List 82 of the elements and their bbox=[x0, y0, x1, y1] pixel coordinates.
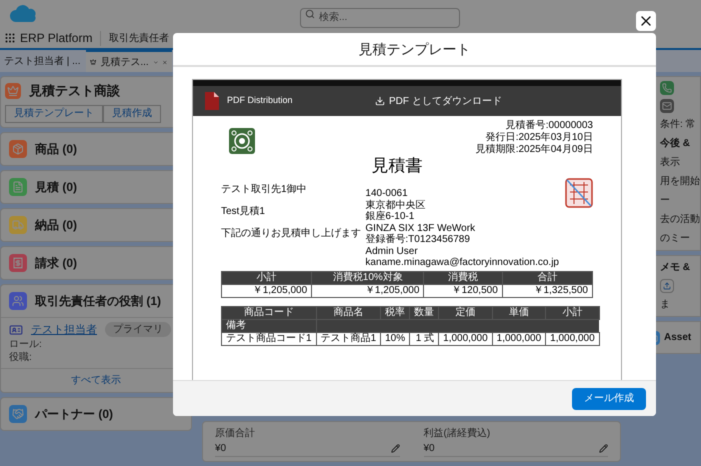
issuer-line: 140-0061 bbox=[365, 188, 409, 200]
pdf-file-icon bbox=[205, 92, 219, 110]
quote-meta: 発行日:2025年03月10日 bbox=[486, 132, 593, 144]
download-button[interactable]: PDF としてダウンロード bbox=[375, 94, 502, 108]
edit-icon[interactable] bbox=[599, 444, 608, 453]
cloud-logo-icon bbox=[8, 4, 38, 24]
download-icon bbox=[375, 96, 385, 106]
table-header-cell: 備考 bbox=[222, 319, 316, 332]
table-cell: ￥120,500 bbox=[424, 284, 502, 297]
issuer-line: 銀座6-10-1 bbox=[365, 211, 416, 222]
seal-stamp-icon bbox=[565, 178, 593, 208]
compose-email-button[interactable]: メール作成 bbox=[572, 388, 646, 410]
close-icon[interactable] bbox=[162, 58, 168, 66]
edit-icon[interactable] bbox=[390, 444, 400, 453]
table-cell: 1 式 bbox=[410, 332, 439, 345]
company-logo-icon bbox=[229, 128, 255, 154]
table-cell: 1,000,000 bbox=[492, 332, 546, 345]
close-button[interactable] bbox=[636, 11, 656, 31]
issuer-line: 東京都中央区 bbox=[365, 200, 426, 210]
issuer-line: GINZA SIX 13F WeWork bbox=[365, 222, 476, 234]
table-header-cell: 単価 bbox=[492, 306, 546, 319]
field-label: 役職: bbox=[8, 351, 33, 364]
filter-text: 条件: 常 bbox=[660, 118, 697, 132]
section-title: 今後 & bbox=[660, 136, 691, 151]
issuer-line: kaname.minagawa@factoryinnovation.co.jp bbox=[365, 257, 559, 268]
table-cell: ￥1,205,000 bbox=[222, 284, 312, 297]
email-icon[interactable] bbox=[660, 99, 674, 113]
table-header-cell: 数量 bbox=[410, 306, 439, 319]
table-cell: テスト商品コード1 bbox=[222, 332, 316, 345]
activity-text: 用を開始 bbox=[660, 175, 700, 189]
quote-meta: 見積期限:2025年04月09日 bbox=[476, 144, 593, 156]
document-title: 見積書 bbox=[370, 156, 424, 176]
search-icon bbox=[305, 9, 315, 19]
activity-text: 去の活動 bbox=[660, 212, 700, 227]
modal-title: 見積テンプレート bbox=[358, 40, 470, 58]
contact-link[interactable]: テスト担当者 bbox=[31, 322, 97, 338]
table-cell: ￥1,205,000 bbox=[312, 284, 424, 297]
table-header-cell: 小計 bbox=[222, 271, 312, 284]
table-cell: 1,000,000 bbox=[438, 332, 492, 345]
record-title: 見積テスト商談 bbox=[29, 82, 120, 100]
table-cell: 10% bbox=[380, 332, 410, 345]
app-name: ERP Platform bbox=[20, 30, 94, 47]
activity-text: のミー bbox=[660, 232, 691, 246]
table-header-cell: 消費税 bbox=[424, 271, 502, 284]
quote-subject: Test見積1 bbox=[221, 206, 266, 218]
field-label: ロール: bbox=[8, 338, 43, 351]
upload-icon[interactable] bbox=[660, 279, 674, 293]
action-button[interactable]: 見積テンプレート bbox=[5, 104, 103, 122]
app-launcher-icon[interactable] bbox=[4, 32, 16, 44]
quote-meta: 見積番号:00000003 bbox=[506, 120, 593, 132]
search-field[interactable]: 検索... bbox=[300, 8, 460, 28]
workspace-tab[interactable]: 見積テス... bbox=[86, 50, 172, 72]
viewer-app-name: PDF Distribution bbox=[227, 94, 294, 108]
table-cell: 1,000,000 bbox=[546, 332, 600, 345]
phone-icon[interactable] bbox=[660, 81, 674, 95]
action-button[interactable]: 見積作成 bbox=[103, 104, 161, 122]
notes-text: ま bbox=[660, 298, 671, 312]
table-cell: テスト商品1 bbox=[316, 332, 381, 345]
notes-title: メモ & bbox=[660, 261, 691, 275]
recipient-name: テスト取引先1御中 bbox=[221, 184, 308, 196]
quote-message: 下記の通りお見積申し上げます bbox=[221, 228, 361, 240]
table-header-cell: 消費税10%対象 bbox=[312, 271, 424, 284]
field-value: ¥0 bbox=[215, 442, 226, 456]
table-header-cell: 定価 bbox=[438, 306, 492, 319]
table-header-cell: 小計 bbox=[546, 306, 600, 319]
field-label: 利益(諸経費込) bbox=[424, 426, 492, 441]
table-cell: ￥1,325,500 bbox=[502, 284, 592, 297]
field-label: 原価合計 bbox=[215, 426, 256, 441]
activity-text: 表示 bbox=[660, 156, 681, 170]
issuer-line: 登録番号:T0123456789 bbox=[365, 234, 471, 246]
crown-icon bbox=[5, 82, 21, 99]
issuer-line: Admin User bbox=[365, 246, 419, 257]
activity-text: ー bbox=[660, 194, 671, 208]
contact-card-icon bbox=[9, 322, 23, 337]
table-header-cell: 税率 bbox=[380, 306, 410, 319]
table-header-cell: 合計 bbox=[502, 271, 592, 284]
table-header-cell: 商品コード bbox=[222, 306, 316, 319]
asset-title: Asset bbox=[664, 331, 692, 345]
crown-icon bbox=[90, 57, 96, 67]
table-header-cell: 商品名 bbox=[316, 306, 381, 319]
primary-badge: プライマリ bbox=[105, 322, 171, 338]
field-value: ¥0 bbox=[424, 442, 435, 456]
